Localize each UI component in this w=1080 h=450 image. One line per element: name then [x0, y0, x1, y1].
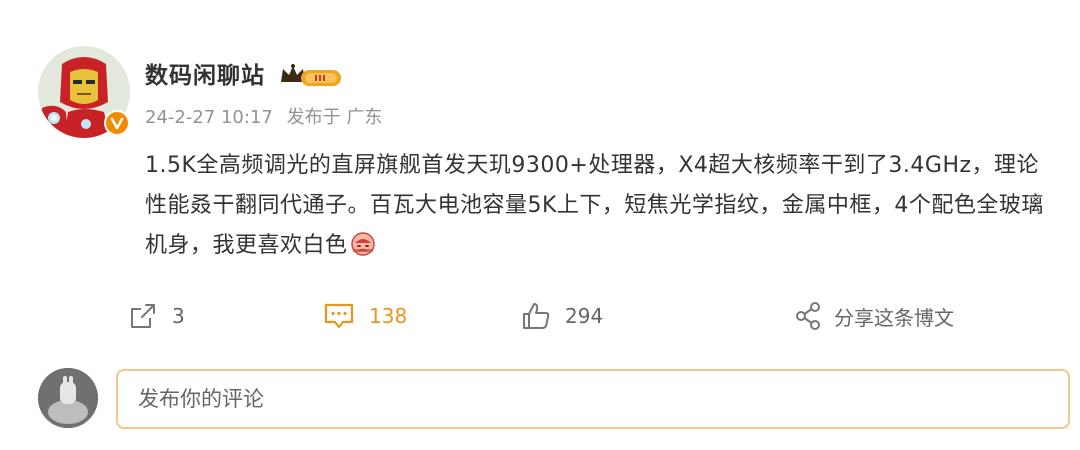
comment-button[interactable]: 138: [323, 298, 407, 334]
verified-v-icon: [104, 110, 130, 136]
comment-input[interactable]: [116, 369, 1070, 429]
weibo-post-card: 数码闲聊站 24-2-27 10:17 发布于 广东 1.5K全高频调光的直屏旗…: [0, 0, 1080, 450]
comment-count: 138: [369, 304, 408, 328]
action-bar: 3 138 294 分享这条博文: [0, 298, 1080, 334]
user-avatar-icon: [38, 368, 98, 428]
post-date: 24-2-27 10:17: [145, 107, 273, 128]
repost-count: 3: [172, 304, 185, 328]
post-meta: 24-2-27 10:17 发布于 广东: [145, 103, 382, 129]
share-label: 分享这条博文: [834, 305, 954, 330]
like-count: 294: [565, 304, 604, 328]
repost-button[interactable]: 3: [128, 298, 185, 334]
repost-icon: [128, 301, 158, 331]
post-location: 发布于 广东: [286, 107, 383, 128]
post-text: 1.5K全高频调光的直屏旗舰首发天玑9300+处理器，X4超大核频率干到了3.4…: [145, 146, 1055, 266]
thumbs-up-icon: [521, 301, 551, 331]
author-name[interactable]: 数码闲聊站: [145, 56, 265, 90]
crying-face-emoji-icon: [350, 231, 376, 257]
share-icon: [794, 301, 822, 331]
like-button[interactable]: 294: [521, 298, 603, 334]
comment-icon: [323, 301, 355, 331]
crown-member-icon[interactable]: [279, 62, 343, 88]
commenter-avatar[interactable]: [38, 368, 98, 428]
post-body-text: 1.5K全高频调光的直屏旗舰首发天玑9300+处理器，X4超大核频率干到了3.4…: [145, 153, 1044, 258]
share-button[interactable]: 分享这条博文: [794, 298, 954, 334]
